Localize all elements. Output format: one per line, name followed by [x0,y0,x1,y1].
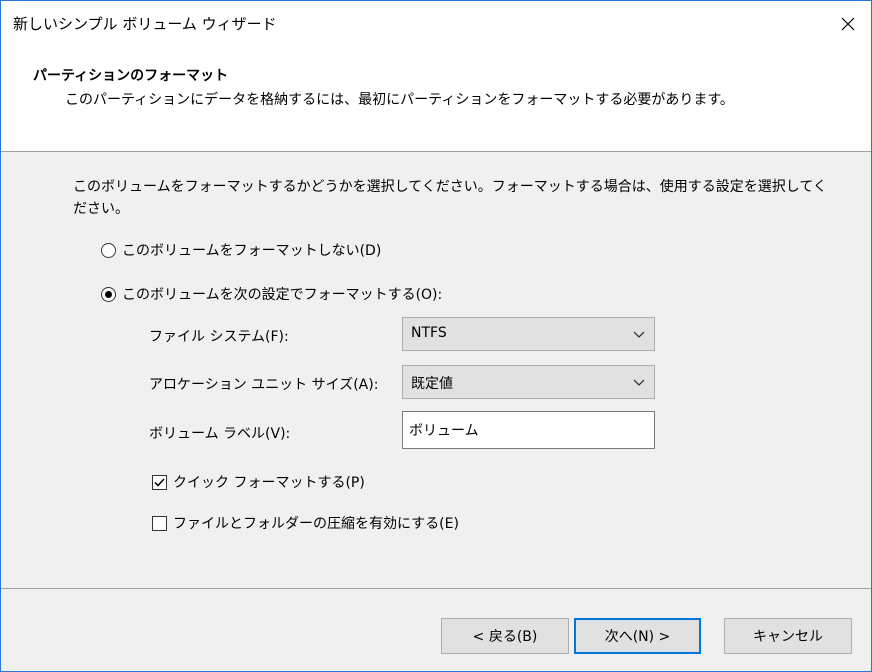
wizard-window: 新しいシンプル ボリューム ウィザード パーティションのフォーマット このパーテ… [0,0,872,672]
radio-button-selected[interactable] [101,286,116,302]
checkbox-label: ファイルとフォルダーの圧縮を有効にする(E) [173,516,459,532]
chevron-down-icon [633,379,645,386]
wizard-footer: < 戻る(B) 次へ(N) > キャンセル [1,588,871,671]
alloc-unit-select[interactable]: 既定値 [402,365,655,399]
radio-no-format[interactable]: このボリュームをフォーマットしない(D) [101,240,381,260]
radio-button[interactable] [101,242,116,258]
check-icon [154,477,165,487]
close-button[interactable] [825,1,871,47]
compression-checkbox[interactable] [152,515,167,531]
page-title: パーティションのフォーマット [33,68,229,84]
radio-label: このボリュームを次の設定でフォーマットする(O): [122,287,443,303]
alloc-unit-value: 既定値 [411,376,453,392]
cancel-button[interactable]: キャンセル [724,618,852,654]
volume-label-label: ボリューム ラベル(V): [149,426,291,442]
close-icon [841,17,855,31]
back-button[interactable]: < 戻る(B) [441,618,569,654]
next-button[interactable]: 次へ(N) > [574,618,701,654]
filesystem-value: NTFS [411,325,447,341]
title-bar: 新しいシンプル ボリューム ウィザード [1,1,871,47]
checkbox-label: クイック フォーマットする(P) [173,475,365,491]
instruction-text: このボリュームをフォーマットするかどうかを選択してください。フォーマットする場合… [73,179,827,217]
filesystem-select[interactable]: NTFS [402,317,655,351]
radio-label: このボリュームをフォーマットしない(D) [122,243,382,259]
chevron-down-icon [633,331,645,338]
alloc-unit-label: アロケーション ユニット サイズ(A): [149,377,379,393]
radio-format[interactable]: このボリュームを次の設定でフォーマットする(O): [101,284,442,304]
compression-checkbox-row[interactable]: ファイルとフォルダーの圧縮を有効にする(E) [152,513,459,533]
page-subtitle: このパーティションにデータを格納するには、最初にパーティションをフォーマットする… [65,92,734,108]
quick-format-checkbox[interactable] [152,474,167,490]
filesystem-label: ファイル システム(F): [149,329,289,345]
window-title: 新しいシンプル ボリューム ウィザード [13,15,277,33]
wizard-body: このボリュームをフォーマットするかどうかを選択してください。フォーマットする場合… [1,152,871,588]
wizard-header: パーティションのフォーマット このパーティションにデータを格納するには、最初にパ… [1,47,871,152]
quick-format-checkbox-row[interactable]: クイック フォーマットする(P) [152,472,365,492]
volume-label-input[interactable] [402,411,655,449]
